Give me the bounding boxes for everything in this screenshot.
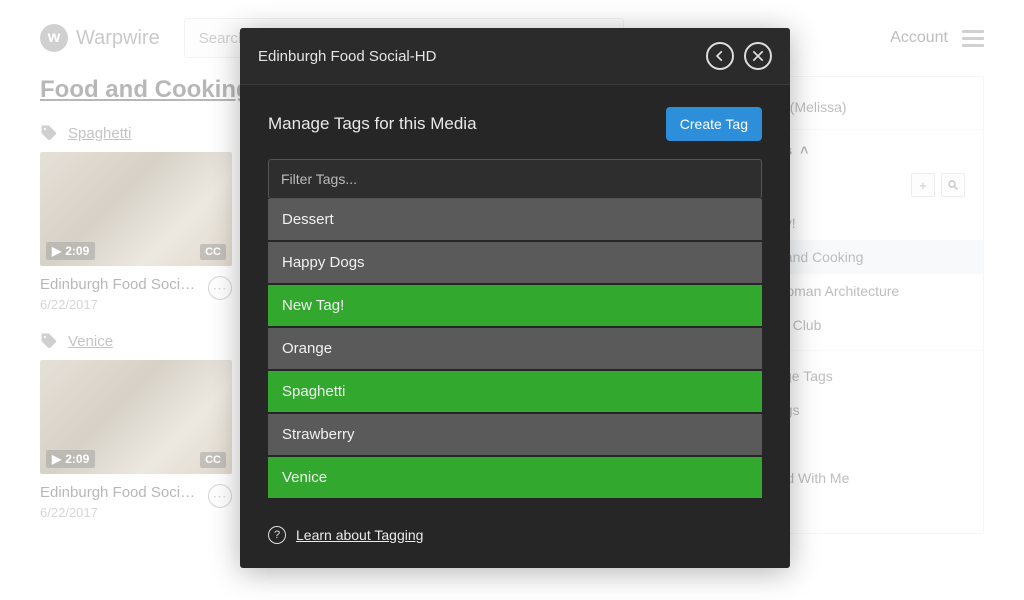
tag-item-happy-dogs[interactable]: Happy Dogs xyxy=(268,240,762,283)
arrow-left-icon xyxy=(713,49,727,63)
filter-tags-input[interactable] xyxy=(268,159,762,199)
tag-list: Dessert Happy Dogs New Tag! Orange Spagh… xyxy=(268,199,762,498)
modal-subtitle: Manage Tags for this Media xyxy=(268,114,477,134)
tag-item-strawberry[interactable]: Strawberry xyxy=(268,412,762,455)
tag-item-new-tag[interactable]: New Tag! xyxy=(268,283,762,326)
tag-item-orange[interactable]: Orange xyxy=(268,326,762,369)
back-button[interactable] xyxy=(706,42,734,70)
manage-tags-modal: Edinburgh Food Social-HD Manage Tags for… xyxy=(240,28,790,568)
help-icon: ? xyxy=(268,526,286,544)
modal-subheader: Manage Tags for this Media Create Tag xyxy=(268,107,762,141)
tag-item-venice[interactable]: Venice xyxy=(268,455,762,498)
learn-row: ? Learn about Tagging xyxy=(268,526,762,544)
learn-about-tagging-link[interactable]: Learn about Tagging xyxy=(296,527,423,543)
tag-item-dessert[interactable]: Dessert xyxy=(268,199,762,240)
tag-item-spaghetti[interactable]: Spaghetti xyxy=(268,369,762,412)
modal-title: Edinburgh Food Social-HD xyxy=(258,48,436,65)
close-button[interactable] xyxy=(744,42,772,70)
modal-header: Edinburgh Food Social-HD xyxy=(240,28,790,85)
close-icon xyxy=(751,49,765,63)
create-tag-button[interactable]: Create Tag xyxy=(666,107,762,141)
modal-body: Manage Tags for this Media Create Tag De… xyxy=(240,85,790,568)
